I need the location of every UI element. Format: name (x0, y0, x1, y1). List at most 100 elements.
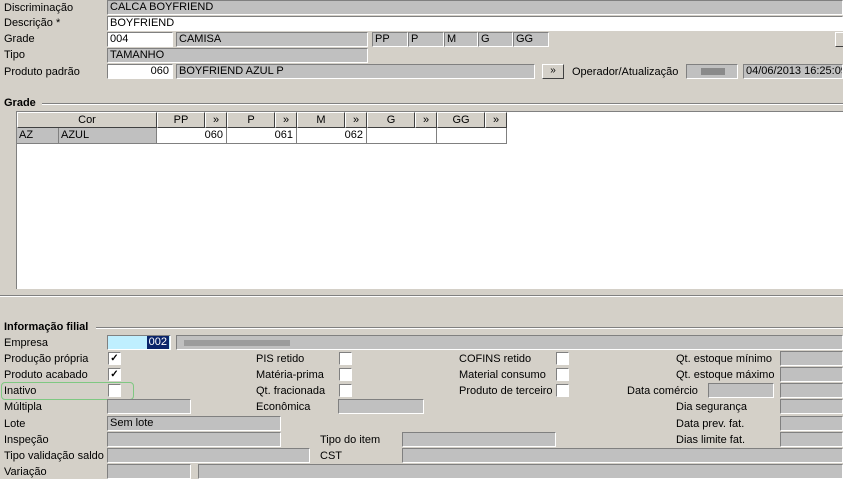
dia-seguranca-label: Dia segurança (676, 401, 747, 413)
grade-col-header-size[interactable]: M (297, 112, 345, 128)
material-consumo-checkbox[interactable] (556, 368, 569, 381)
produto-acabado-label: Produto acabado (4, 369, 88, 381)
discriminacao-label: Discriminação (4, 2, 74, 14)
dia-seguranca-field[interactable] (780, 399, 843, 414)
variacao-label: Variação (4, 466, 47, 478)
tipo-label: Tipo (4, 49, 25, 61)
produto-acabado-checkbox[interactable]: ✓ (108, 368, 121, 381)
grade-row-code: AZ (17, 128, 59, 144)
grade-cell[interactable]: 062 (297, 128, 367, 144)
tipo-item-field[interactable] (402, 432, 556, 447)
produto-terceiro-label: Produto de terceiro (459, 385, 553, 397)
grade-col-header-size[interactable]: P (227, 112, 275, 128)
atualizacao-field: 04/06/2013 16:25:09 (743, 64, 843, 79)
grade-col-header-cor[interactable]: Cor (17, 112, 157, 128)
grade-cell[interactable]: 060 (157, 128, 227, 144)
operador-label: Operador/Atualização (572, 66, 679, 78)
materia-prima-label: Matéria-prima (256, 369, 324, 381)
data-comercio-field[interactable] (708, 383, 774, 398)
operador-field (686, 64, 738, 79)
qt-estoque-max-field[interactable] (780, 367, 843, 382)
grade-col-expand-button[interactable]: » (205, 112, 227, 128)
inspecao-field[interactable] (107, 432, 281, 447)
grade-size-cell: GG (513, 32, 549, 47)
multipla-label: Múltipla (4, 401, 42, 413)
variacao-code-field[interactable] (107, 464, 191, 479)
produto-terceiro-checkbox[interactable] (556, 384, 569, 397)
grade-scroll-button[interactable] (835, 32, 843, 47)
qt-estoque-min-field[interactable] (780, 351, 843, 366)
produto-padrao-name-field: BOYFRIEND AZUL P (176, 64, 535, 79)
grade-size-cell: G (478, 32, 513, 47)
cst-field[interactable] (402, 448, 843, 463)
lote-field[interactable]: Sem lote (107, 416, 281, 431)
grade-code-field[interactable]: 004 (107, 32, 173, 47)
grade-size-cell: PP (372, 32, 408, 47)
grade-col-expand-button[interactable]: » (485, 112, 507, 128)
grade-col-expand-button[interactable]: » (345, 112, 367, 128)
grade-col-expand-button[interactable]: » (415, 112, 437, 128)
tipo-validacao-label: Tipo validação saldo (4, 450, 104, 462)
discriminacao-field[interactable]: CALCA BOYFRIEND (107, 0, 843, 15)
highlight-outline (1, 382, 134, 400)
grade-col-header-size[interactable]: GG (437, 112, 485, 128)
splitter[interactable] (0, 295, 843, 297)
variacao-name-field (198, 464, 843, 479)
cofins-retido-label: COFINS retido (459, 353, 532, 365)
economica-field (338, 399, 424, 414)
grade-size-cell: P (408, 32, 444, 47)
materia-prima-checkbox[interactable] (339, 368, 352, 381)
grade-cell[interactable] (367, 128, 437, 144)
material-consumo-label: Material consumo (459, 369, 546, 381)
table-row[interactable]: AZ AZUL 060 061 062 (17, 128, 507, 145)
grade-name-field: CAMISA (176, 32, 368, 47)
section-divider (42, 103, 843, 105)
grade-col-expand-button[interactable]: » (275, 112, 297, 128)
grade-cell[interactable] (437, 128, 507, 144)
lote-label: Lote (4, 418, 26, 430)
cofins-retido-checkbox[interactable] (556, 352, 569, 365)
descricao-label: Descrição * (4, 17, 61, 29)
multipla-field (107, 399, 191, 414)
tipo-validacao-field[interactable] (107, 448, 310, 463)
qt-estoque-min-label: Qt. estoque mínimo (676, 353, 772, 365)
producao-propria-checkbox[interactable]: ✓ (108, 352, 121, 365)
grade-grid[interactable]: Cor PP » P » M » G » GG » AZ AZUL 060 06… (16, 111, 843, 289)
produto-padrao-label: Produto padrão (4, 66, 80, 78)
produto-padrao-code-field[interactable]: 060 (107, 64, 173, 79)
grade-section-title: Grade (4, 97, 36, 109)
filial-section-title: Informação filial (4, 321, 89, 333)
data-comercio-label: Data comércio (627, 385, 698, 397)
grade-row-name: AZUL (59, 128, 157, 144)
grade-cell[interactable]: 061 (227, 128, 297, 144)
pis-retido-checkbox[interactable] (339, 352, 352, 365)
empresa-code-field[interactable]: 002 (107, 335, 171, 350)
qt-fracionada-label: Qt. fracionada (256, 385, 326, 397)
pis-retido-label: PIS retido (256, 353, 305, 365)
dias-limite-fat-label: Dias limite fat. (676, 434, 746, 446)
descricao-field[interactable]: BOYFRIEND (107, 16, 843, 31)
produto-padrao-lookup-button[interactable]: » (542, 64, 564, 79)
tipo-item-label: Tipo do item (320, 434, 381, 446)
grade-col-header-size[interactable]: PP (157, 112, 205, 128)
data-comercio-extra-field[interactable] (780, 383, 843, 398)
tipo-field: TAMANHO (107, 48, 368, 63)
qt-estoque-max-label: Qt. estoque máximo (676, 369, 775, 381)
qt-fracionada-checkbox[interactable] (339, 384, 352, 397)
redacted-block (701, 68, 725, 75)
inspecao-label: Inspeção (4, 434, 49, 446)
dias-limite-fat-field[interactable] (780, 432, 843, 447)
redacted-block (184, 340, 290, 346)
economica-label: Econômica (256, 401, 311, 413)
empresa-code-selection: 002 (146, 336, 169, 349)
grade-col-header-size[interactable]: G (367, 112, 415, 128)
cst-label: CST (320, 450, 342, 462)
grade-size-cell: M (444, 32, 478, 47)
section-divider (96, 327, 843, 329)
grade-label: Grade (4, 33, 35, 45)
data-prev-fat-field[interactable] (780, 416, 843, 431)
empresa-name-field (176, 335, 843, 350)
producao-propria-label: Produção própria (4, 353, 89, 365)
data-prev-fat-label: Data prev. fat. (676, 418, 745, 430)
empresa-label: Empresa (4, 337, 49, 349)
